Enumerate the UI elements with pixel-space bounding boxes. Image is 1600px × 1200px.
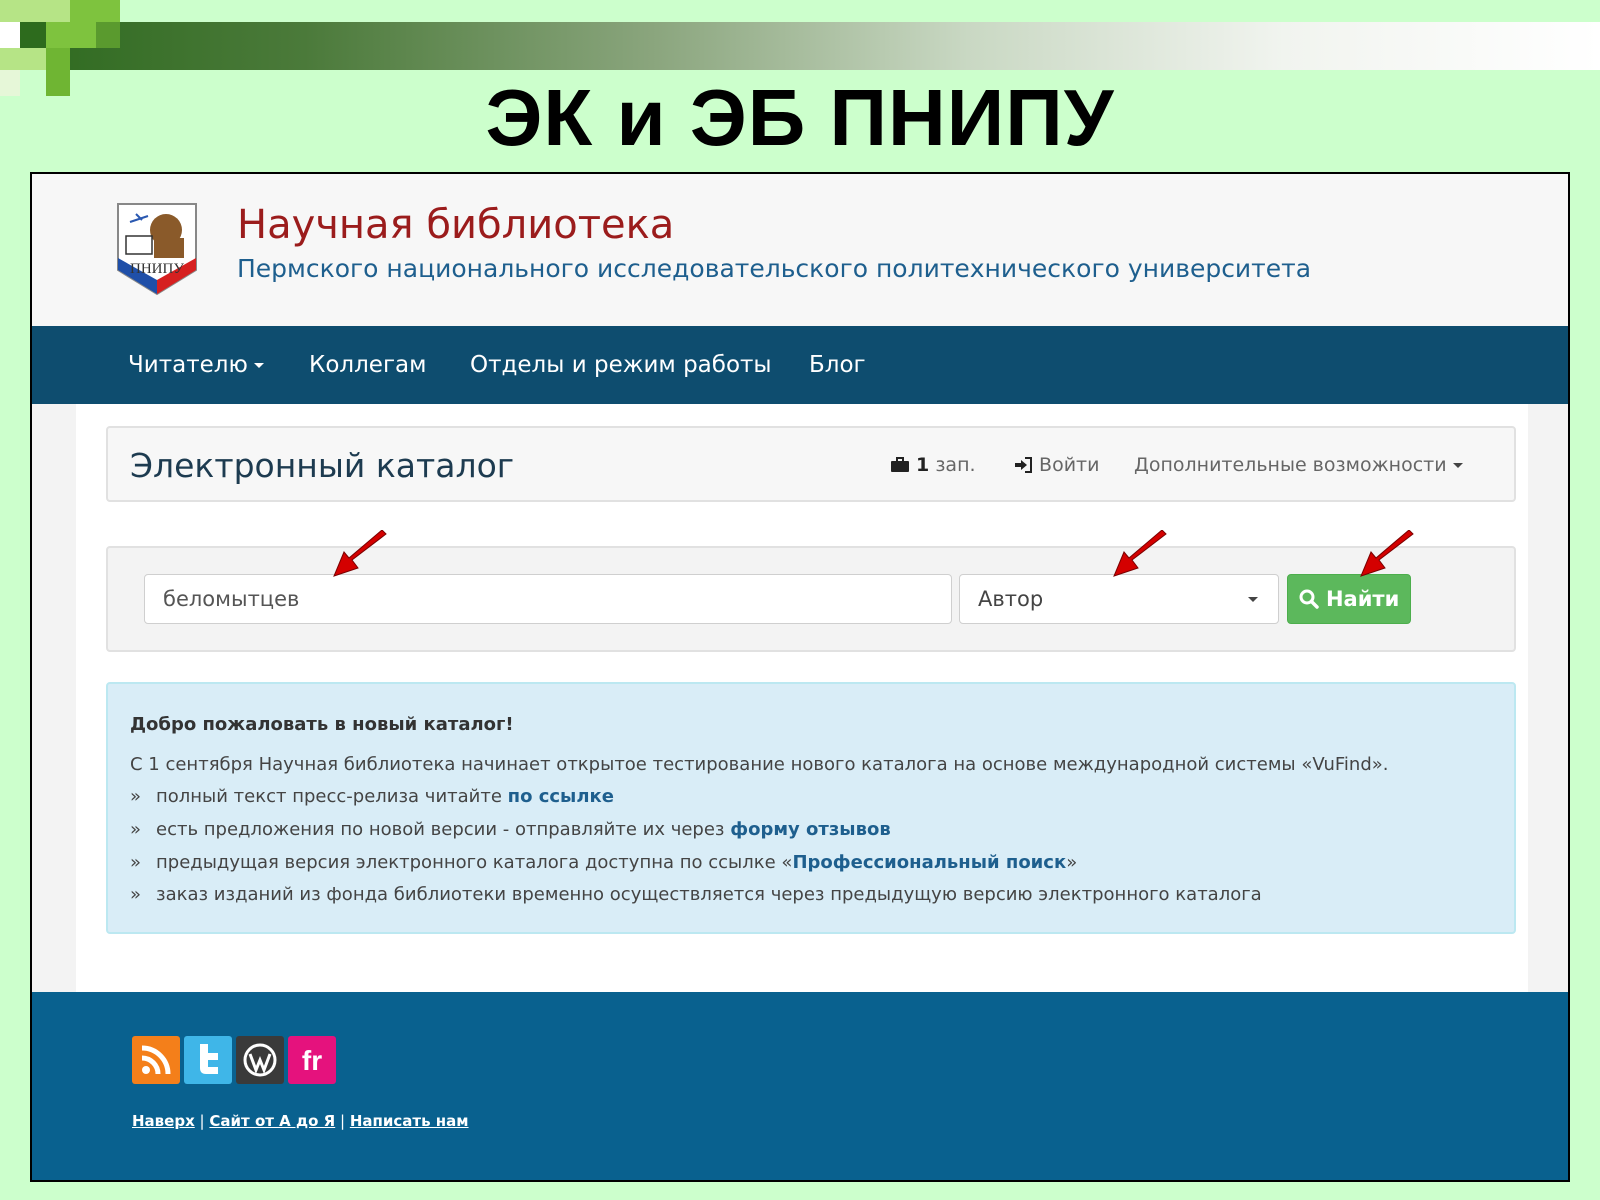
footer-link-write[interactable]: Написать нам [350,1112,469,1130]
site-footer: fr Наверх | Сайт от А до Я | Написать на… [32,992,1568,1180]
bullet-marker: » [130,819,142,840]
search-icon [1299,589,1319,609]
slide-title: ЭК и ЭБ ПНИПУ [485,73,1115,162]
fr-icon[interactable]: fr [288,1036,336,1084]
pointer-arrow-icon [333,530,387,577]
deco-square [0,22,20,48]
website-screenshot: ПНИПУ Научная библиотека Пермского нацио… [30,172,1570,1182]
deco-square [0,0,70,22]
catalog-title[interactable]: Электронный каталог [130,446,514,485]
info-bullet-2: » есть предложения по новой версии - отпр… [130,819,891,840]
info-bullet-1: » полный текст пресс-релиза читайте по сс… [130,786,614,807]
main-nav: Читателю Коллегам Отделы и режим работы … [32,326,1568,404]
more-options-menu[interactable]: Дополнительные возможности [1134,454,1463,476]
feedback-form-link[interactable]: форму отзывов [730,819,891,840]
info-text: есть предложения по новой версии - отпра… [156,819,731,840]
caret-down-icon [1248,597,1258,602]
info-text: » [1066,852,1078,873]
professional-search-link[interactable]: Профессиональный поиск [792,852,1066,873]
footer-separator: | [339,1112,346,1130]
search-button[interactable]: Найти [1287,574,1411,624]
cart-unit: зап. [935,454,976,476]
library-title[interactable]: Научная библиотека [237,202,674,248]
info-bullet-3: » предыдущая версия электронного каталога… [130,852,1077,873]
search-input[interactable]: беломытцев [144,574,952,624]
welcome-info-box: Добро пожаловать в новый каталог! С 1 се… [106,682,1516,934]
catalog-bar: Электронный каталог 1 зап. Войти Дополни… [106,426,1516,502]
search-field-select[interactable]: Автор [959,574,1279,624]
cart-count: 1 [916,454,930,476]
footer-separator: | [199,1112,205,1130]
more-options-label: Дополнительные возможности [1134,454,1447,476]
briefcase-icon [891,457,909,472]
nav-readers-menu[interactable]: Читателю [128,326,264,404]
logo-text: ПНИПУ [130,261,184,277]
info-text: заказ изданий из фонда библиотеки времен… [156,884,1262,905]
nav-departments[interactable]: Отделы и режим работы [470,326,772,404]
bullet-marker: » [130,884,142,905]
footer-link-top[interactable]: Наверх [132,1112,195,1130]
nav-readers-label: Читателю [128,352,248,378]
footer-link-az[interactable]: Сайт от А до Я [209,1112,335,1130]
bullet-marker: » [130,852,142,873]
cart-link[interactable]: 1 зап. [890,454,976,476]
pointer-arrow-icon [1113,530,1167,577]
deco-square [70,0,120,22]
caret-down-icon [253,363,264,368]
site-header: ПНИПУ Научная библиотека Пермского нацио… [32,174,1568,326]
search-button-label: Найти [1325,587,1400,611]
fr-icon-label: fr [302,1045,322,1076]
deco-square [20,22,46,48]
nav-colleagues[interactable]: Коллегам [309,326,426,404]
nav-blog[interactable]: Блог [809,326,866,404]
info-bullet-4: » заказ изданий из фонда библиотеки време… [130,884,1262,905]
deco-square [46,22,96,48]
sign-in-icon [1015,457,1032,473]
info-intro: С 1 сентября Научная библиотека начинает… [130,754,1389,775]
info-heading: Добро пожаловать в новый каталог! [130,714,514,735]
caret-down-icon [1452,463,1463,468]
login-label: Войти [1039,454,1100,476]
wordpress-icon[interactable] [236,1036,284,1084]
bullet-marker: » [130,786,142,807]
info-text: полный текст пресс-релиза читайте [156,786,508,807]
search-field-value: Автор [978,587,1044,611]
pointer-arrow-icon [1360,530,1414,577]
info-text: предыдущая версия электронного каталога … [156,852,793,873]
footer-links: Наверх | Сайт от А до Я | Написать нам [132,1112,469,1130]
press-release-link[interactable]: по ссылке [508,786,614,807]
search-panel: беломытцев Автор Найти [106,546,1516,652]
library-subtitle: Пермского национального исследовательско… [237,254,1312,283]
rss-icon[interactable] [132,1036,180,1084]
deco-square [0,48,46,70]
twitter-icon[interactable] [184,1036,232,1084]
login-link[interactable]: Войти [1013,454,1099,476]
slide-header-band [20,22,1600,70]
deco-square [96,22,120,48]
library-logo[interactable]: ПНИПУ [108,200,206,298]
